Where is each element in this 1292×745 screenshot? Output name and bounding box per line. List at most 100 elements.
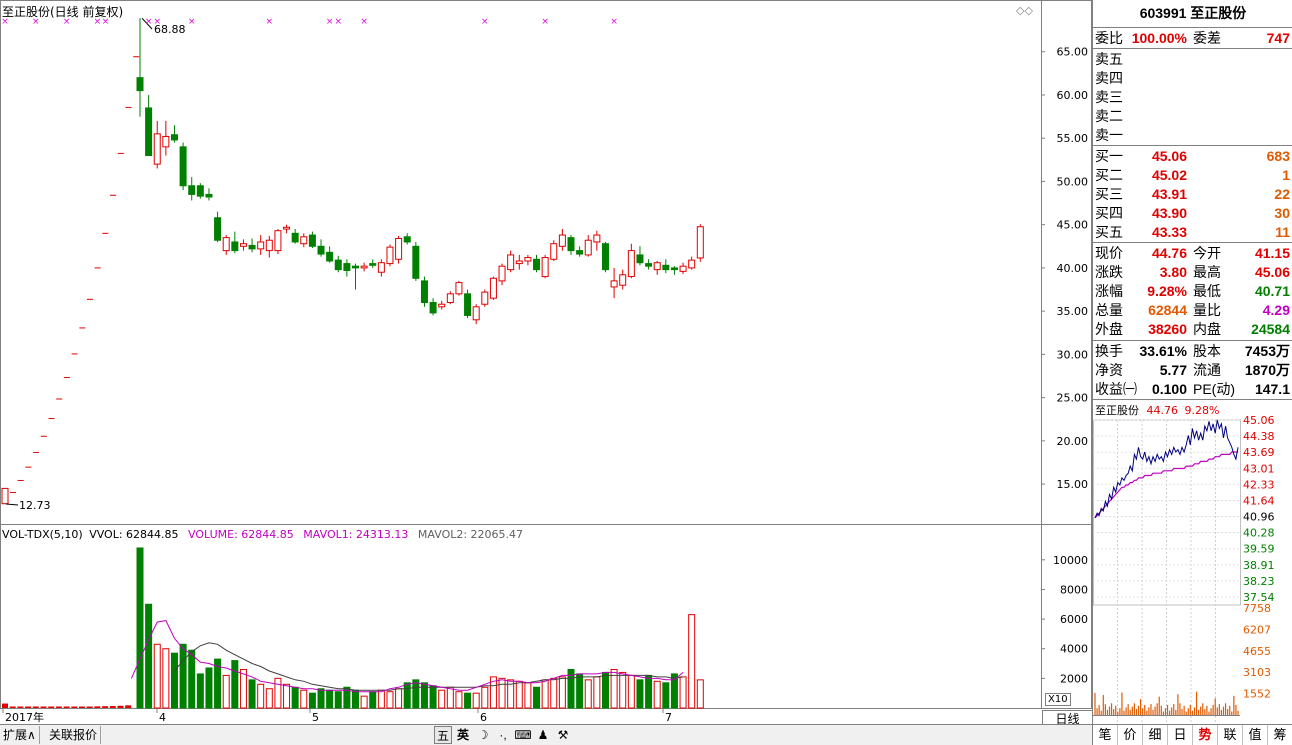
stat-value: 44.76 xyxy=(1151,245,1187,261)
panel-tab-7[interactable]: 筹 xyxy=(1268,725,1292,745)
five-icon[interactable]: 五 xyxy=(434,726,452,744)
volume-bar-ipo xyxy=(40,706,47,708)
candle-body xyxy=(162,135,170,148)
stats2-row: 换手 33.61% 股本 7453万 xyxy=(1093,342,1292,361)
keyboard-icon[interactable]: ⌨ xyxy=(514,726,532,744)
volume-bar xyxy=(584,679,592,709)
stat-label: 流通 xyxy=(1193,362,1221,378)
candle-body xyxy=(619,274,627,286)
candle-body xyxy=(446,293,454,303)
buy4-price: 43.90 xyxy=(1151,205,1187,221)
volume-bar xyxy=(257,683,265,709)
candle-body xyxy=(662,264,670,271)
volume-bar-ipo xyxy=(9,706,16,708)
related-quotes-button[interactable]: 关联报价 xyxy=(46,726,102,744)
weibi-label: 委比 xyxy=(1095,30,1123,46)
candle-body xyxy=(360,265,368,269)
volume-bar xyxy=(291,686,299,709)
volume-bar xyxy=(188,649,196,709)
stat-label: 最高 xyxy=(1193,264,1221,280)
candle-body xyxy=(205,193,213,198)
candle-body xyxy=(576,250,584,255)
candle-body xyxy=(170,134,178,141)
mini-price-axis-label: 44.38 xyxy=(1243,430,1275,443)
volume-bar-ipo xyxy=(48,706,55,708)
volume-bar xyxy=(179,643,187,709)
volume-bar xyxy=(222,674,230,709)
panel-tab-5[interactable]: 联 xyxy=(1218,725,1243,745)
mini-price-axis-label: 45.06 xyxy=(1243,414,1275,427)
candle-body xyxy=(179,146,187,187)
candle-body xyxy=(214,217,222,241)
volume-bar-ipo xyxy=(55,706,62,708)
chart-title: 至正股份(日线 前复权) xyxy=(2,5,124,19)
buy2-row: 买二 45.02 1 xyxy=(1093,166,1292,185)
wrench-icon[interactable]: ⚒ xyxy=(554,726,572,744)
volume-bar xyxy=(369,691,377,709)
moon-icon[interactable]: ☽ xyxy=(474,726,492,744)
volume-bar xyxy=(317,688,325,709)
candle-body xyxy=(670,267,678,271)
volume-bar xyxy=(420,682,428,709)
buy1-price: 45.06 xyxy=(1151,148,1187,164)
volume-bar xyxy=(248,679,256,709)
volume-multiplier: X10 xyxy=(1045,693,1071,706)
volume-header: VOL-TDX(5,10) VVOL: 62844.85 VOLUME: 628… xyxy=(2,528,523,541)
candle-body xyxy=(308,234,316,247)
candle-body xyxy=(420,280,428,303)
kline-chart-svg[interactable]: 65.00 60.00 55.00 50.00 45.00 40.00 35.00 30.00… xyxy=(0,0,1092,724)
volume-bar xyxy=(136,547,144,709)
panel-tab-6[interactable]: 值 xyxy=(1243,725,1268,745)
intraday-mini-chart[interactable]: 45.06 44.38 43.69 43.01 42.33 41.64 40.96 40.28… xyxy=(1093,400,1292,724)
user-icon[interactable]: ♟ xyxy=(534,726,552,744)
weibi-value: 100.00% xyxy=(1131,30,1187,46)
price-axis-label: 35.00 xyxy=(1057,305,1089,318)
candle-body xyxy=(265,239,273,252)
signal-marker: × xyxy=(188,17,196,27)
volume-bar xyxy=(196,673,204,709)
candle-body xyxy=(369,263,377,266)
volume-bar xyxy=(524,682,532,709)
candle-body xyxy=(688,259,696,269)
panel-tab-3[interactable]: 日 xyxy=(1168,725,1193,745)
panel-tab-1[interactable]: 价 xyxy=(1118,725,1143,745)
mini-price-axis-label: 40.28 xyxy=(1243,527,1275,540)
buy1-row: 买一 45.06 683 xyxy=(1093,147,1292,166)
buy3-row: 买三 43.91 22 xyxy=(1093,185,1292,204)
stat-label: 总量 xyxy=(1095,302,1123,318)
volume-bar-ipo xyxy=(63,706,70,708)
english-icon[interactable]: 英 xyxy=(454,726,472,744)
volume-bar xyxy=(550,677,558,709)
sell2-row: 卖二 xyxy=(1093,107,1292,126)
candle-body xyxy=(188,185,196,195)
chart-options-icon[interactable]: ◇◇ xyxy=(1016,4,1033,17)
expand-button[interactable]: 扩展∧ xyxy=(0,726,40,744)
dots-icon[interactable]: ·, xyxy=(494,726,512,744)
sell3-row: 卖三 xyxy=(1093,88,1292,107)
signal-marker: × xyxy=(266,17,274,27)
volume-axis-label: 2000 xyxy=(1060,672,1088,685)
stat-label: 现价 xyxy=(1095,245,1123,261)
stat-label: 净资 xyxy=(1095,362,1123,378)
candle-body xyxy=(317,245,325,255)
stat-label: PE(动) xyxy=(1193,381,1235,397)
volume-bar xyxy=(352,689,359,709)
panel-tab-2[interactable]: 细 xyxy=(1143,725,1168,745)
price-axis-label: 60.00 xyxy=(1057,89,1089,102)
volume-bar xyxy=(670,673,678,709)
volume-bar-ipo xyxy=(102,706,109,708)
candle-body xyxy=(429,301,437,314)
candle-body xyxy=(696,226,704,259)
volume-bar xyxy=(558,676,566,709)
panel-tab-4[interactable]: 势 xyxy=(1193,725,1218,745)
volume-bar xyxy=(145,603,153,709)
panel-tab-0[interactable]: 笔 xyxy=(1093,725,1118,745)
price-axis-label: 65.00 xyxy=(1057,46,1089,59)
candle-body xyxy=(352,265,359,269)
kline-chart-area[interactable]: 65.00 60.00 55.00 50.00 45.00 40.00 35.00 30.00… xyxy=(0,0,1092,745)
stat-value: 4.29 xyxy=(1262,302,1290,318)
stat-value: 5.77 xyxy=(1159,362,1187,378)
volume-bar xyxy=(283,683,291,709)
buy4-label: 买四 xyxy=(1095,205,1123,221)
volume-bar xyxy=(162,648,170,709)
